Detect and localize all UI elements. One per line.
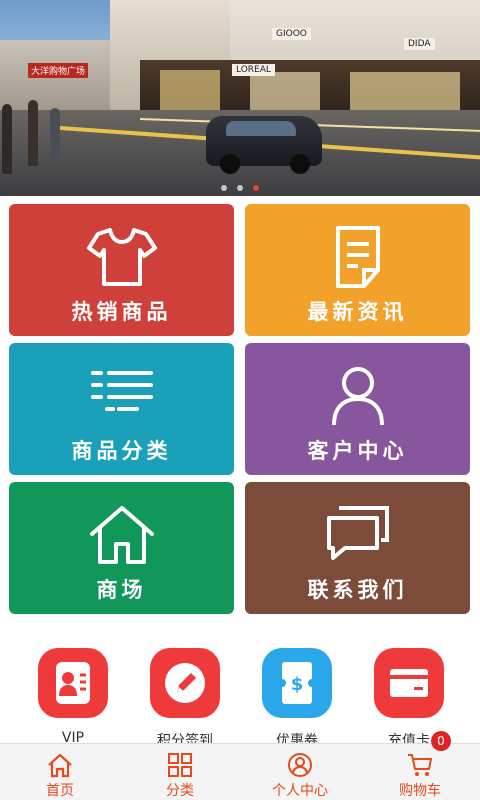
car-wheel [220, 154, 240, 174]
app-screen: 大洋购物广场 GIOOO LOREAL DIDA 热销商品 最新资讯 商品分类 … [0, 0, 480, 800]
carousel-indicator [0, 176, 480, 195]
carousel-dot[interactable] [237, 185, 243, 191]
list-icon [9, 363, 234, 429]
tile-label: 商品分类 [71, 439, 172, 463]
banner-store-label: DIDA [404, 38, 435, 50]
tile-customer-center[interactable]: 客户中心 [245, 343, 470, 475]
car-wheel [290, 154, 310, 174]
tab-label: 购物车 [399, 783, 441, 799]
grid-icon [168, 753, 192, 777]
svg-text:$: $ [291, 674, 304, 695]
banner-window [350, 72, 460, 114]
tile-label: 客户中心 [307, 439, 408, 463]
tile-latest-news[interactable]: 最新资讯 [245, 204, 470, 336]
tile-label: 热销商品 [71, 300, 172, 324]
bottom-tab-bar: 首页 分类 个人中心 购物车 [0, 743, 480, 800]
tile-label: 商场 [96, 578, 147, 602]
vip-card-icon [56, 662, 90, 704]
home-tab-icon [48, 753, 72, 778]
vip-button[interactable] [38, 648, 108, 718]
carousel-dot[interactable] [221, 185, 227, 191]
tab-categories[interactable]: 分类 [120, 744, 240, 800]
banner-car [206, 116, 322, 174]
credit-card-icon [390, 669, 428, 697]
tshirt-icon [9, 224, 234, 290]
pencil-icon [165, 663, 205, 703]
home-icon [9, 502, 234, 568]
banner-window [250, 72, 320, 114]
banner-pedestrian [50, 108, 60, 160]
banner-store-label: GIOOO [272, 28, 311, 40]
coupon-button[interactable]: $ [262, 648, 332, 718]
tile-categories[interactable]: 商品分类 [9, 343, 234, 475]
banner-store-label: LOREAL [232, 64, 275, 76]
tab-label: 个人中心 [272, 783, 328, 799]
promo-banner[interactable]: 大洋购物广场 GIOOO LOREAL DIDA [0, 0, 480, 196]
document-icon [245, 224, 470, 290]
tab-home[interactable]: 首页 [0, 744, 120, 800]
car-window [226, 121, 296, 136]
cart-count-badge: 0 [431, 731, 451, 751]
tile-label: 最新资讯 [307, 300, 408, 324]
tile-contact-us[interactable]: 联系我们 [245, 482, 470, 614]
banner-mall-sign: 大洋购物广场 [28, 63, 89, 78]
recharge-card-button[interactable] [374, 648, 444, 718]
banner-pedestrian [28, 100, 38, 166]
tab-profile[interactable]: 个人中心 [240, 744, 360, 800]
coupon-icon: $ [278, 662, 316, 704]
carousel-dot-active[interactable] [253, 185, 259, 191]
user-icon [245, 363, 470, 429]
profile-icon [288, 753, 312, 777]
tile-hot-products[interactable]: 热销商品 [9, 204, 234, 336]
tile-label: 联系我们 [307, 578, 408, 602]
chat-icon [245, 502, 470, 568]
tab-cart[interactable]: 购物车 [360, 744, 480, 800]
tile-mall[interactable]: 商场 [9, 482, 234, 614]
banner-window [160, 70, 220, 114]
tab-label: 首页 [46, 783, 74, 799]
tab-label: 分类 [166, 783, 194, 799]
cart-icon [408, 754, 432, 776]
checkin-button[interactable] [150, 648, 220, 718]
banner-pedestrian [2, 104, 12, 174]
